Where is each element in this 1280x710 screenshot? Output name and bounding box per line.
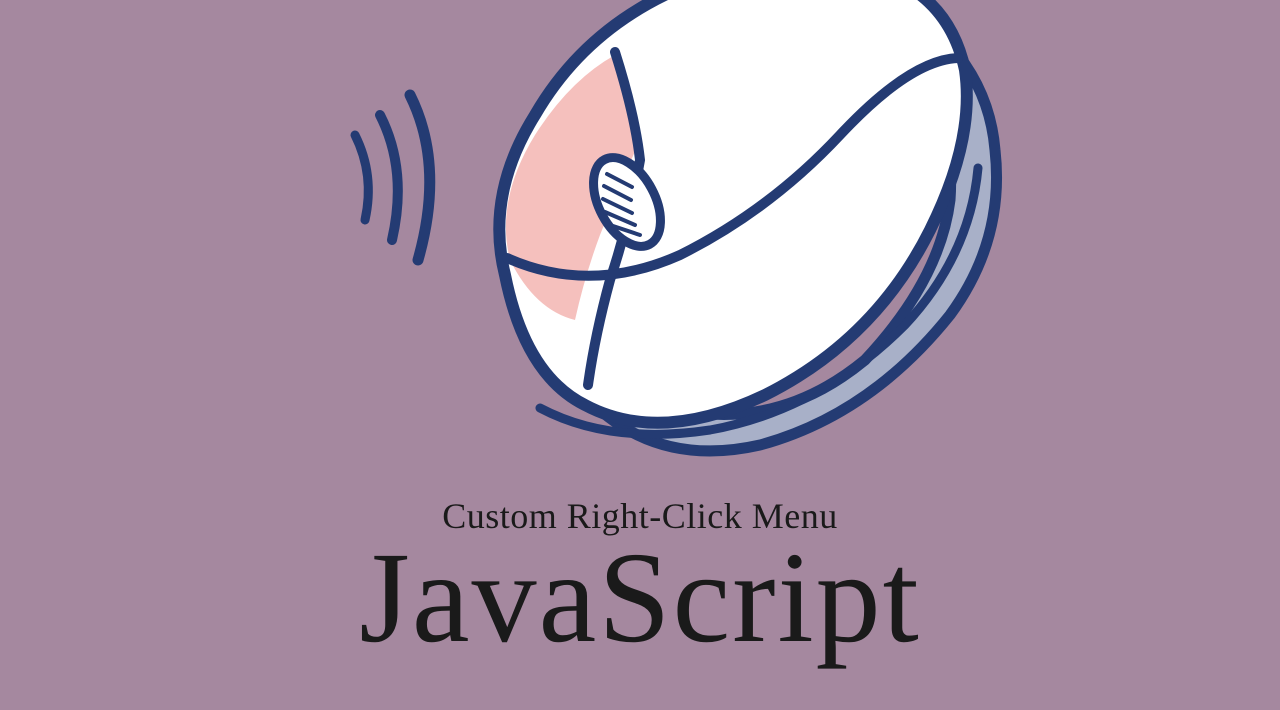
text-block: Custom Right-Click Menu JavaScript (0, 495, 1280, 670)
motion-lines-icon (355, 95, 430, 260)
title-text: JavaScript (0, 527, 1280, 670)
mouse-illustration (310, 0, 1010, 500)
